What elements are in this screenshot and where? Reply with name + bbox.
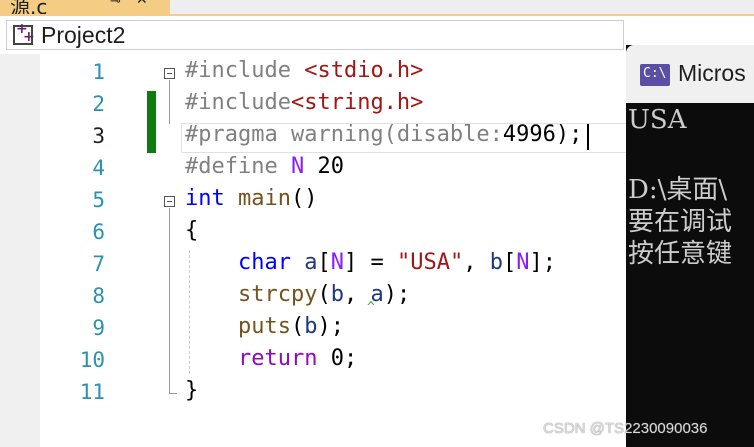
code-line-9: puts(b);	[237, 314, 344, 339]
code-line-7: char a[N] = "USA", b[N];	[237, 250, 556, 275]
outline-line	[169, 80, 170, 124]
project-icon: + +	[13, 21, 35, 45]
console-output-line: 按任意键	[628, 239, 733, 269]
line-number: 4	[92, 156, 105, 180]
line-number: 9	[92, 316, 105, 340]
line-number: 11	[79, 380, 105, 404]
console-output-line: USA	[628, 105, 687, 135]
document-tab-strip: 源.c ⊸ ✕	[0, 0, 754, 14]
code-line-11: }	[185, 378, 199, 403]
tab-title: 源.c	[10, 0, 48, 14]
collapse-toggle-icon[interactable]	[164, 68, 175, 79]
code-line-4: #define N 20	[185, 154, 344, 179]
change-marker	[147, 91, 156, 153]
code-line-5: int main()	[185, 186, 318, 211]
code-line-3: #pragma warning(disable:4996);	[185, 122, 583, 147]
code-line-1: #include <stdio.h>	[185, 58, 424, 83]
outline-line	[169, 208, 170, 394]
line-number-current: 3	[92, 124, 105, 148]
code-line-10: return 0;	[237, 346, 358, 371]
project-selector-dropdown[interactable]: + + Project2	[6, 20, 624, 50]
pin-icon[interactable]: ⊸	[110, 0, 121, 9]
project-name: Project2	[41, 22, 126, 48]
console-app-icon: C:\	[640, 64, 670, 86]
console-titlebar[interactable]: C:\ Micros	[626, 45, 754, 103]
line-number: 7	[92, 252, 105, 276]
line-number: 2	[92, 92, 105, 116]
line-number: 5	[92, 188, 105, 212]
code-line-8: strcpy(b, a);	[237, 282, 411, 307]
text-caret	[587, 124, 589, 150]
code-line-6: {	[185, 218, 199, 243]
close-icon[interactable]: ✕	[136, 0, 148, 8]
console-title: Micros	[678, 60, 746, 86]
collapse-toggle-icon[interactable]	[164, 196, 175, 207]
outline-line-end	[169, 393, 177, 394]
editor-left-strip	[0, 54, 40, 447]
warning-squiggle-icon: ^	[367, 300, 375, 315]
console-window[interactable]: C:\ Micros USA D:\桌面\ 要在调试 按任意键	[626, 45, 754, 447]
code-line-2: #include<string.h>	[185, 90, 424, 115]
watermark: CSDN @TS2230090036	[543, 420, 708, 437]
line-number: 1	[92, 60, 105, 84]
line-number: 8	[92, 284, 105, 308]
line-number: 10	[79, 348, 105, 372]
document-tab[interactable]: 源.c ⊸ ✕	[0, 0, 170, 14]
line-number: 6	[92, 220, 105, 244]
